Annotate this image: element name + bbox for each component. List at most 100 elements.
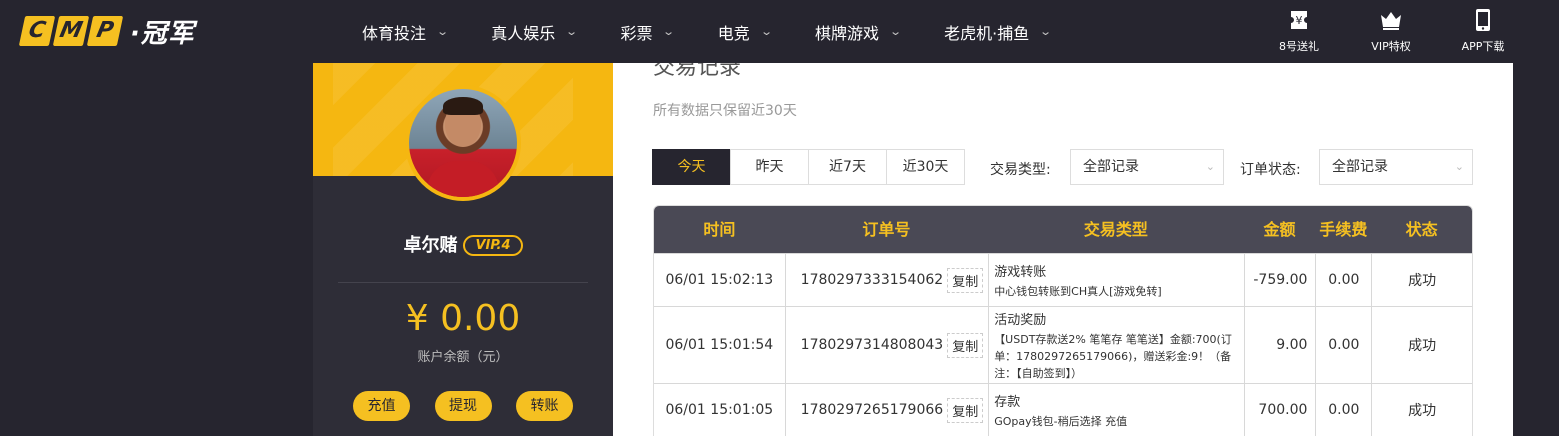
col-time: 时间 — [703, 220, 736, 239]
cell-status: 成功 — [1371, 254, 1472, 306]
ticket-icon: ¥ — [1291, 11, 1307, 29]
date-range-tabs: 今天 昨天 近7天 近30天 — [652, 149, 965, 185]
cell-status: 成功 — [1371, 384, 1472, 436]
page-title: 交易记录 — [653, 63, 742, 80]
table-row: 06/01 15:01:54 1780297314808043 复制 活动奖励【U… — [654, 306, 1472, 383]
col-status: 状态 — [1405, 220, 1438, 239]
phone-icon — [1476, 9, 1490, 31]
tab-today[interactable]: 今天 — [652, 149, 731, 185]
cell-type: 存款 GOpay钱包-稍后选择 充值 — [988, 384, 1243, 436]
cell-amount: 9.00 — [1243, 307, 1316, 383]
chevron-down-icon: ⌄ — [1205, 160, 1215, 173]
avatar[interactable] — [405, 85, 521, 201]
divider — [338, 282, 588, 283]
copy-button[interactable]: 复制 — [947, 267, 984, 293]
cell-order-no: 1780297314808043 复制 — [784, 307, 989, 383]
type-filter-value: 全部记录 — [1083, 159, 1139, 175]
table-header: 时间 订单号 交易类型 金额 手续费 状态 — [654, 206, 1472, 253]
table-row: 06/01 15:02:13 1780297333154062 复制 游戏转账中心… — [654, 253, 1472, 306]
cell-order-no: 1780297265179066 复制 — [784, 384, 989, 436]
profile-sidebar: 卓尔赌 VIP.4 ¥ 0.00 账户余额（元） 充值 提现 转账 — [313, 63, 613, 436]
retention-notice: 所有数据只保留近30天 — [653, 103, 797, 119]
app-download-shortcut[interactable]: APP下载 — [1437, 8, 1529, 54]
app-label: APP下载 — [1461, 40, 1505, 53]
brand-logo[interactable]: C M P ·冠军 — [18, 15, 195, 49]
col-type: 交易类型 — [1083, 220, 1148, 239]
order-no: 1780297265179066 — [800, 402, 944, 418]
cell-fee: 0.00 — [1315, 307, 1371, 383]
balance-label: 账户余额（元） — [417, 350, 509, 365]
status-filter-value: 全部记录 — [1332, 159, 1388, 175]
status-filter-label: 订单状态: — [1240, 162, 1301, 178]
logo-text: ·冠军 — [130, 18, 195, 49]
type-filter-select[interactable]: 全部记录 ⌄ — [1070, 149, 1224, 185]
wallet-actions: 充值 提现 转账 — [353, 391, 573, 421]
copy-button[interactable]: 复制 — [947, 397, 984, 423]
nav-label: 体育投注 — [362, 23, 427, 43]
cell-amount: -759.00 — [1243, 254, 1316, 306]
vip-shortcut[interactable]: VIP特权 — [1345, 8, 1437, 54]
gift-label: 8号送礼 — [1279, 40, 1319, 53]
cell-status: 成功 — [1371, 307, 1472, 383]
type-detail: GOpay钱包-稍后选择 充值 — [994, 414, 1128, 428]
vip-badge: VIP.4 — [463, 235, 523, 256]
crown-icon — [1381, 12, 1401, 30]
nav-label: 真人娱乐 — [491, 23, 556, 43]
transactions-table: 时间 订单号 交易类型 金额 手续费 状态 06/01 15:02:13 178… — [653, 205, 1473, 436]
username: 卓尔赌 — [403, 235, 458, 256]
chevron-down-icon: ⌄ — [759, 25, 773, 38]
col-amount: 金额 — [1263, 220, 1296, 239]
tab-last-30-days[interactable]: 近30天 — [886, 149, 965, 185]
order-no: 1780297333154062 — [800, 272, 944, 288]
cell-time: 06/01 15:01:54 — [665, 337, 774, 353]
cell-amount: 700.00 — [1243, 384, 1316, 436]
cell-time: 06/01 15:01:05 — [665, 402, 774, 418]
table-row: 06/01 15:01:05 1780297265179066 复制 存款 GOpa… — [654, 383, 1472, 436]
type-title: 游戏转账 — [994, 264, 1047, 280]
status-filter-select[interactable]: 全部记录 ⌄ — [1319, 149, 1473, 185]
cell-type: 活动奖励【USDT存款送2% 笔笔存 笔笔送】金额:700(订单：1780297… — [988, 307, 1243, 383]
vip-label: VIP特权 — [1371, 40, 1411, 53]
nav-label: 彩票 — [620, 23, 653, 43]
chevron-down-icon: ⌄ — [889, 25, 903, 38]
deposit-button[interactable]: 充值 — [353, 391, 410, 421]
type-filter-label: 交易类型: — [990, 162, 1051, 178]
cell-time: 06/01 15:02:13 — [665, 272, 774, 288]
nav-item-live-casino[interactable]: 真人娱乐 ⌄ — [469, 0, 598, 63]
nav-item-slots-fishing[interactable]: 老虎机·捕鱼 ⌄ — [922, 0, 1072, 63]
nav-label: 老虎机·捕鱼 — [944, 23, 1030, 43]
avatar-shirt — [427, 161, 499, 197]
type-title: 活动奖励 — [994, 312, 1047, 328]
withdraw-button[interactable]: 提现 — [434, 391, 492, 421]
header-shortcuts: ¥ 8号送礼 VIP特权 APP下载 — [1253, 8, 1529, 54]
chevron-down-icon: ⌄ — [436, 25, 450, 38]
top-navbar: C M P ·冠军 体育投注 ⌄ 真人娱乐 ⌄ 彩票 ⌄ 电竞 ⌄ 棋牌游戏 ⌄ 老虎机·… — [0, 0, 1559, 63]
nav-item-card-games[interactable]: 棋牌游戏 ⌄ — [793, 0, 922, 63]
chevron-down-icon: ⌄ — [565, 25, 579, 38]
gift-shortcut[interactable]: ¥ 8号送礼 — [1253, 8, 1345, 54]
tab-yesterday[interactable]: 昨天 — [730, 149, 809, 185]
chevron-down-icon: ⌄ — [1039, 25, 1053, 38]
cell-fee: 0.00 — [1315, 254, 1371, 306]
tab-last-7-days[interactable]: 近7天 — [808, 149, 887, 185]
logo-letter: M — [52, 16, 90, 46]
transactions-panel: 交易记录 所有数据只保留近30天 今天 昨天 近7天 近30天 交易类型: 全部… — [613, 63, 1513, 436]
cell-order-no: 1780297333154062 复制 — [784, 254, 989, 306]
copy-button[interactable]: 复制 — [947, 332, 984, 358]
svg-text:¥: ¥ — [1296, 14, 1303, 27]
chevron-down-icon: ⌄ — [1454, 160, 1464, 173]
logo-letters: C M P — [18, 16, 124, 46]
chevron-down-icon: ⌄ — [662, 25, 676, 38]
nav-label: 电竞 — [717, 23, 750, 43]
nav-item-sports[interactable]: 体育投注 ⌄ — [340, 0, 469, 63]
cell-fee: 0.00 — [1315, 384, 1371, 436]
username-row: 卓尔赌 VIP.4 — [313, 231, 613, 257]
type-detail: 中心钱包转账到CH真人[游戏免转] — [994, 284, 1162, 298]
type-detail: 【USDT存款送2% 笔笔存 笔笔送】金额:700(订单：17802972651… — [994, 332, 1232, 380]
nav-item-lottery[interactable]: 彩票 ⌄ — [598, 0, 695, 63]
col-fee: 手续费 — [1319, 220, 1368, 239]
avatar-hair — [443, 97, 483, 115]
nav-item-esports[interactable]: 电竞 ⌄ — [696, 0, 793, 63]
transfer-button[interactable]: 转账 — [516, 391, 573, 421]
logo-letter: P — [86, 16, 124, 46]
